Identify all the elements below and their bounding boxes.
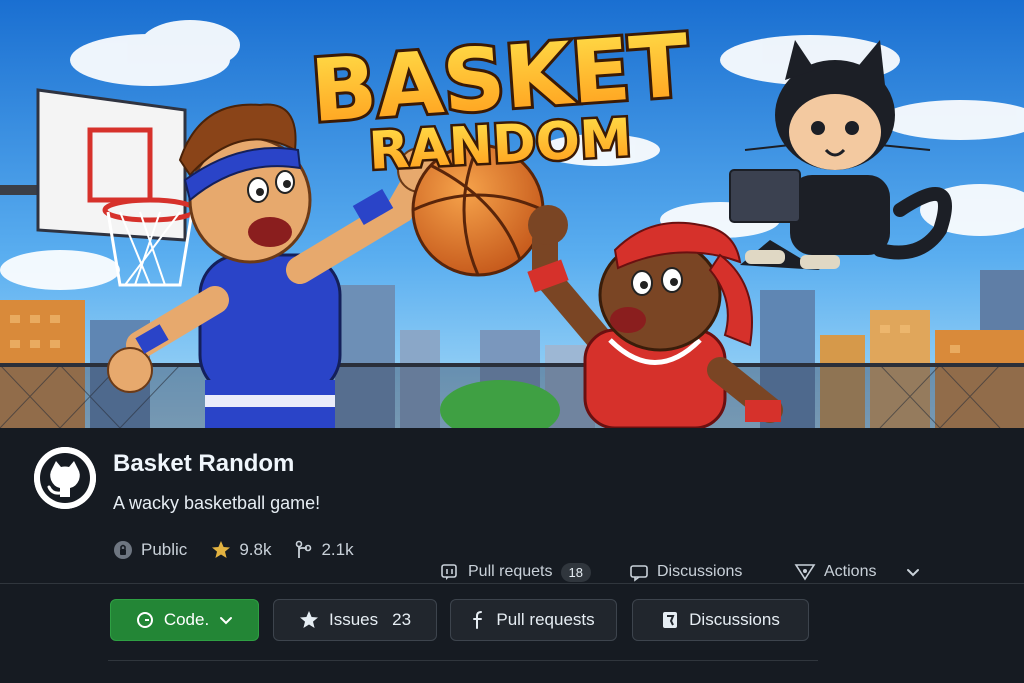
code-icon xyxy=(136,611,154,629)
subnav-divider xyxy=(0,583,1024,584)
actions-icon xyxy=(794,562,816,582)
subnav-more-button[interactable] xyxy=(905,558,921,586)
repo-subnav: Pull requets 18 Discussions Actions xyxy=(0,558,1024,586)
forks-stat[interactable]: 2.1k xyxy=(295,540,354,560)
subnav-actions[interactable]: Actions xyxy=(794,558,876,586)
github-octocat-icon xyxy=(34,447,96,509)
fork-icon xyxy=(295,540,313,560)
repo-banner-image: BASKET RANDOM xyxy=(0,0,1024,428)
subnav-pull-requests[interactable]: Pull requets 18 xyxy=(440,558,591,586)
stars-stat[interactable]: 9.8k xyxy=(211,540,271,560)
discussions-button[interactable]: Discussions xyxy=(632,599,809,641)
star-icon xyxy=(299,610,319,630)
chevron-down-icon xyxy=(905,566,921,578)
issues-button[interactable]: Issues 23 xyxy=(273,599,437,641)
visibility-stat: Public xyxy=(113,540,187,560)
discussion-icon xyxy=(661,610,679,630)
repo-title[interactable]: Basket Random xyxy=(113,450,294,478)
star-icon xyxy=(211,540,231,560)
code-button-label: Code. xyxy=(163,610,210,629)
chevron-down-icon xyxy=(219,615,233,625)
discussions-button-label: Discussions xyxy=(689,610,780,629)
pull-requests-button-label: Pull requests xyxy=(496,610,595,629)
pull-request-icon xyxy=(472,610,486,630)
subnav-actions-label: Actions xyxy=(824,563,877,580)
lock-icon xyxy=(113,540,133,560)
subnav-pull-requests-label: Pull requets xyxy=(468,563,553,580)
repo-description: A wacky basketball game! xyxy=(113,493,321,513)
issues-button-label: Issues xyxy=(328,610,379,629)
subnav-discussions[interactable]: Discussions xyxy=(629,558,742,586)
content-divider xyxy=(108,660,818,661)
pull-request-icon xyxy=(440,562,460,582)
forks-count: 2.1k xyxy=(321,540,354,559)
stars-count: 9.8k xyxy=(239,540,272,559)
code-button[interactable]: Code. xyxy=(110,599,259,641)
visibility-label: Public xyxy=(141,540,188,559)
pull-requests-button[interactable]: Pull requests xyxy=(450,599,617,641)
subnav-discussions-label: Discussions xyxy=(657,563,743,580)
issues-count: 23 xyxy=(392,610,412,629)
discussion-icon xyxy=(629,562,649,582)
pull-requests-count-badge: 18 xyxy=(560,562,591,582)
